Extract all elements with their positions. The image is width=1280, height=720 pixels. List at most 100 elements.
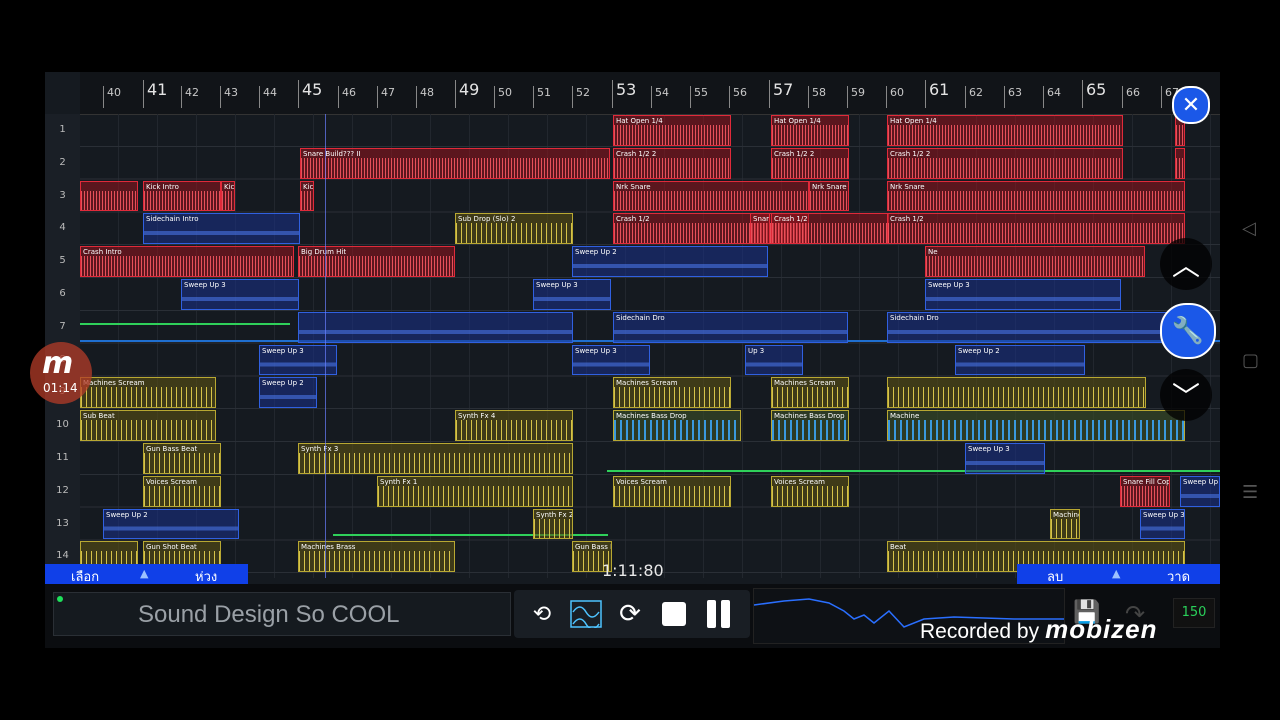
pattern-clip[interactable]: Sweep Up 2 xyxy=(572,246,768,277)
expand-up-icon[interactable]: ▲ xyxy=(140,567,148,580)
track-number[interactable]: 13 xyxy=(45,518,80,529)
pattern-clip[interactable]: Sweep Up 2 xyxy=(955,344,1085,376)
pattern-clip[interactable]: Crash 1/2 2 xyxy=(613,147,731,179)
stop-button[interactable] xyxy=(656,596,692,632)
pattern-clip[interactable] xyxy=(1175,147,1185,179)
timeline-ruler[interactable]: 40 41 42 43 44 45 46 47 48 49 50 51 52 53 54 55 56 57 58 59… xyxy=(80,72,1220,115)
pattern-clip[interactable]: Up 3 xyxy=(745,344,803,376)
track-number[interactable]: 11 xyxy=(45,452,80,463)
bar-number: 47 xyxy=(377,86,395,108)
pattern-clip[interactable]: Kic xyxy=(300,180,314,212)
repeat-icon[interactable]: ⟳ xyxy=(612,596,648,632)
pattern-clip[interactable]: Voices Scream xyxy=(771,475,849,507)
pattern-clip[interactable]: Kic xyxy=(221,180,235,212)
pattern-clip[interactable]: Sub Drop (Slo) 2 xyxy=(455,213,573,245)
chevron-down-icon[interactable]: ﹀ xyxy=(1160,369,1212,421)
pattern-clip[interactable]: Sweep Up 3 xyxy=(181,279,299,310)
pattern-clip[interactable]: Synth Fx 2 xyxy=(533,508,573,540)
pattern-clip[interactable]: Crash 1/2 xyxy=(887,213,1185,245)
pattern-clip[interactable]: Machines Brass xyxy=(298,541,455,573)
expand-up-icon[interactable]: ▲ xyxy=(1112,567,1120,580)
waveform-view-icon[interactable] xyxy=(568,596,604,632)
pattern-clip[interactable]: Voices Scream xyxy=(613,475,731,507)
pattern-clip[interactable]: Sweep Up 3 xyxy=(1180,475,1220,507)
pattern-clip[interactable]: Sweep Up 3 xyxy=(965,443,1045,474)
pattern-clip[interactable]: Crash 1/2 xyxy=(771,213,889,245)
tempo-display[interactable]: 150 xyxy=(1173,598,1215,628)
pattern-clip[interactable]: Snare Fill xyxy=(750,213,770,245)
clip-label: Gun Bass Beat xyxy=(146,445,198,453)
pattern-clip[interactable]: Machines Bass Drop xyxy=(613,410,741,441)
clip-label: Snare Build??? II xyxy=(303,149,361,158)
track-number[interactable]: 7 xyxy=(45,321,80,332)
pattern-clip[interactable]: Sidechain Dro xyxy=(613,311,848,343)
pattern-clip[interactable]: Sub Beat xyxy=(80,410,216,441)
pattern-clip[interactable] xyxy=(80,180,138,212)
clip-label: Sweep Up 2 xyxy=(262,379,304,388)
pause-button[interactable] xyxy=(700,596,736,632)
pattern-clip[interactable]: Synth Fx 4 xyxy=(455,410,573,441)
pattern-clip[interactable]: Nrk Snare xyxy=(887,180,1185,212)
left-tool-panel: เลือก ▲ ห่วง xyxy=(45,564,248,585)
track-number[interactable]: 2 xyxy=(45,157,80,168)
pattern-clip[interactable]: Hat Open 1/4 xyxy=(887,115,1123,146)
bar-number: 59 xyxy=(847,86,865,108)
track-number[interactable]: 1 xyxy=(45,124,80,135)
track-number[interactable]: 5 xyxy=(45,255,80,266)
pattern-clip[interactable]: Sweep Up 3 xyxy=(925,279,1121,310)
pattern-clip[interactable]: Synth Fx 3 xyxy=(298,443,573,474)
pattern-clip[interactable]: Snare Fill Copy xyxy=(1120,475,1170,507)
playhead[interactable] xyxy=(325,114,326,578)
clip-label: Sweep Up 2 xyxy=(575,248,617,257)
menu-icon[interactable]: ☰ xyxy=(1242,482,1258,503)
pattern-clip[interactable]: Ne xyxy=(925,246,1145,277)
pattern-clip[interactable]: Sweep Up 3 xyxy=(533,279,611,310)
clip-waveform xyxy=(888,223,1184,244)
track-number[interactable]: 3 xyxy=(45,190,80,201)
pattern-clip[interactable]: Snare Build??? II xyxy=(300,147,610,179)
pattern-clip[interactable]: Machines xyxy=(1050,508,1080,540)
track-number[interactable]: 4 xyxy=(45,222,80,233)
pattern-clip[interactable] xyxy=(887,377,1146,409)
pattern-clip[interactable]: Crash 1/2 2 xyxy=(771,147,849,179)
pattern-clip[interactable]: Sweep Up 2 xyxy=(103,508,239,540)
loop-mode-icon[interactable]: ⟲ xyxy=(524,596,560,632)
pattern-clip[interactable]: Synth Fx 1 xyxy=(377,475,573,507)
pattern-clip[interactable]: Hat Open 1/4 xyxy=(613,115,731,146)
wrench-icon[interactable]: 🔧 xyxy=(1160,303,1216,359)
pattern-clip[interactable]: Gun Bass Beat xyxy=(143,443,221,474)
track-number[interactable]: 12 xyxy=(45,485,80,496)
clip-waveform xyxy=(926,289,1120,309)
pattern-clip[interactable]: Kick Intro xyxy=(143,180,221,212)
pattern-clip[interactable]: Machines Bass Drop xyxy=(771,410,849,441)
pattern-clip[interactable]: Machines Scream xyxy=(613,377,731,409)
pattern-clip[interactable] xyxy=(298,311,573,343)
back-icon[interactable]: ◁ xyxy=(1242,218,1256,239)
pattern-clip[interactable]: Machine xyxy=(887,410,1185,441)
pattern-clip[interactable]: Big Drum Hit xyxy=(298,246,455,277)
pattern-clip[interactable]: Hat Open 1/4 xyxy=(771,115,849,146)
track-number[interactable]: 14 xyxy=(45,550,80,561)
pattern-clip[interactable]: Crash Intro xyxy=(80,246,294,277)
pattern-clip[interactable]: Sweep Up 3 xyxy=(572,344,650,376)
recorder-widget[interactable]: m 01:14 xyxy=(30,342,92,404)
pattern-clip[interactable]: Sweep Up 2 xyxy=(259,377,317,409)
pattern-clip[interactable]: Sidechain Dro xyxy=(887,311,1185,343)
pattern-clip[interactable]: Machines Scream xyxy=(771,377,849,409)
track-number[interactable]: 10 xyxy=(45,419,80,430)
chevron-up-icon[interactable]: ︿ xyxy=(1160,238,1212,290)
pattern-clip[interactable]: Nrk Snare xyxy=(809,180,849,212)
home-icon[interactable]: ▢ xyxy=(1242,350,1259,371)
track-number[interactable]: 6 xyxy=(45,288,80,299)
clip-label: Sweep Up 3 xyxy=(184,281,226,289)
close-icon[interactable]: ✕ xyxy=(1172,86,1210,124)
pattern-clip[interactable]: Machines Scream xyxy=(80,377,216,409)
arrangement-grid[interactable]: Hat Open 1/4 Hat Open 1/4 Hat Open 1/4 Snar… xyxy=(80,114,1220,578)
bar-number: 58 xyxy=(808,86,826,108)
clip-label: Sweep Up 3 xyxy=(968,445,1010,453)
pattern-clip[interactable]: Sweep Up 3 xyxy=(1140,508,1185,540)
pattern-clip[interactable]: Nrk Snare xyxy=(613,180,809,212)
pattern-clip[interactable]: Voices Scream xyxy=(143,475,221,507)
pattern-clip[interactable]: Sidechain Intro xyxy=(143,213,300,245)
pattern-clip[interactable]: Crash 1/2 2 xyxy=(887,147,1123,179)
